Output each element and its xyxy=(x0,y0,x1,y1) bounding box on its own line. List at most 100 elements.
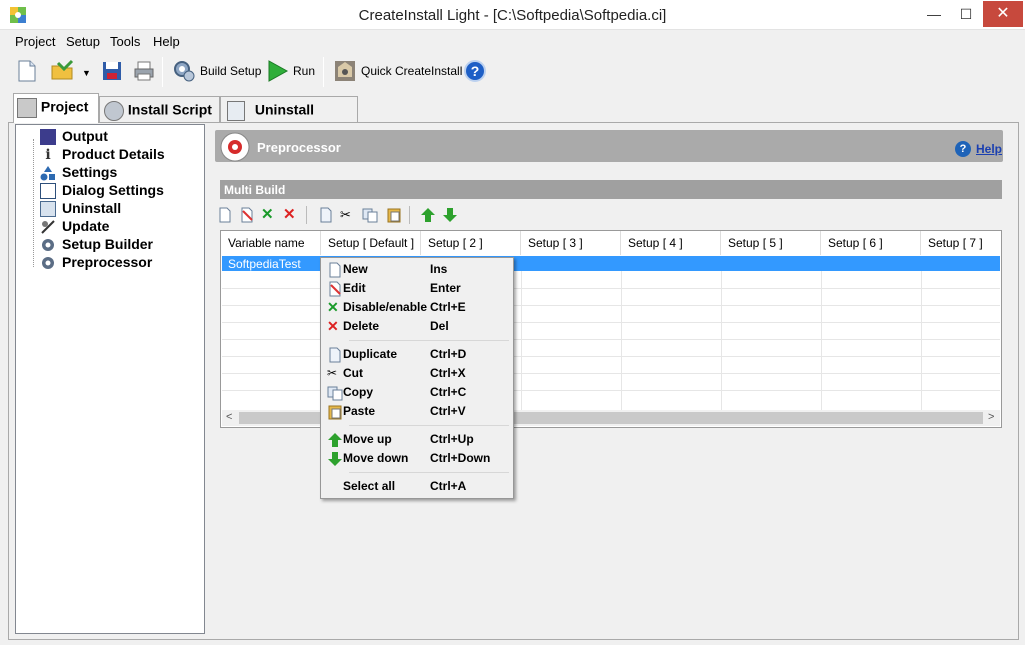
copy-icon[interactable] xyxy=(362,207,378,223)
tree-item-update[interactable]: Update xyxy=(40,218,220,236)
menu-bar: Project Setup Tools Help xyxy=(0,31,1025,51)
toolbar: ▼ Build Setup Run Quick CreateInstall ? xyxy=(0,52,1025,92)
arrow-up-icon xyxy=(327,432,343,448)
menu-item-move-down[interactable]: Move down Ctrl+Down xyxy=(327,449,509,468)
tree-item-output[interactable]: Output xyxy=(40,128,220,146)
dropdown-arrow-icon[interactable]: ▼ xyxy=(82,68,91,78)
window-title: CreateInstall Light - [C:\Softpedia\Soft… xyxy=(358,7,667,24)
column-header[interactable]: Setup [ 7 ] xyxy=(921,231,1001,255)
output-icon xyxy=(40,129,56,146)
new-icon xyxy=(327,262,343,278)
cut-icon[interactable]: ✂ xyxy=(340,207,356,223)
help-icon[interactable]: ? xyxy=(464,60,486,82)
menu-item-move-up[interactable]: Move up Ctrl+Up xyxy=(327,430,509,449)
duplicate-icon xyxy=(327,347,343,363)
help-circle-icon[interactable]: ? xyxy=(955,141,971,157)
menu-item-paste[interactable]: Paste Ctrl+V xyxy=(327,402,509,421)
project-icon xyxy=(17,98,37,118)
minimize-button[interactable]: — xyxy=(920,1,948,27)
column-header[interactable]: Setup [ Default ] xyxy=(321,231,421,255)
toolbar-separator xyxy=(323,57,324,87)
arrow-up-icon[interactable] xyxy=(420,207,436,223)
tab-uninstall-script[interactable]: Uninstall Script xyxy=(220,96,358,137)
build-setup-icon[interactable] xyxy=(172,59,196,83)
column-header[interactable]: Setup [ 4 ] xyxy=(621,231,721,255)
preprocessor-title: Preprocessor xyxy=(257,140,341,155)
enable-icon[interactable]: ✕ xyxy=(261,207,277,223)
tab-install-script[interactable]: Install Script xyxy=(99,96,220,122)
new-icon[interactable] xyxy=(217,207,233,223)
menu-tools[interactable]: Tools xyxy=(110,34,140,49)
settings-shapes-icon xyxy=(40,165,56,181)
project-tree: Output i Product Details Settings Dialog … xyxy=(15,124,205,634)
gear-icon xyxy=(40,255,56,271)
menu-help[interactable]: Help xyxy=(153,34,180,49)
delete-icon[interactable]: ✕ xyxy=(283,207,299,223)
menu-separator xyxy=(349,472,509,473)
menu-item-disable-enable[interactable]: ✕ Disable/enable Ctrl+E xyxy=(327,298,509,317)
tree-item-settings[interactable]: Settings xyxy=(40,164,220,182)
copy-icon xyxy=(327,385,343,401)
title-bar: CreateInstall Light - [C:\Softpedia\Soft… xyxy=(0,0,1025,30)
tab-project[interactable]: Project xyxy=(13,93,99,123)
multi-build-header xyxy=(220,180,1002,199)
toolbar-separator xyxy=(306,206,307,224)
tree-connector xyxy=(33,139,34,267)
tree-item-dialog-settings[interactable]: Dialog Settings xyxy=(40,182,220,200)
preprocessor-icon xyxy=(219,132,251,162)
menu-separator xyxy=(349,340,509,341)
close-button[interactable]: ✕ xyxy=(983,1,1023,27)
edit-icon[interactable] xyxy=(239,207,255,223)
tree-item-uninstall[interactable]: Uninstall xyxy=(40,200,220,218)
toolbar-separator xyxy=(162,57,163,87)
menu-separator xyxy=(349,425,509,426)
edit-icon xyxy=(327,281,343,297)
dialog-icon xyxy=(40,183,56,200)
paste-icon xyxy=(327,404,343,420)
install-script-icon xyxy=(104,101,124,121)
menu-item-delete[interactable]: ✕ Delete Del xyxy=(327,317,509,336)
tree-item-preprocessor[interactable]: Preprocessor xyxy=(40,254,220,272)
menu-item-new[interactable]: New Ins xyxy=(327,260,509,279)
maximize-button[interactable]: ☐ xyxy=(952,1,980,27)
print-icon[interactable] xyxy=(132,59,156,83)
menu-project[interactable]: Project xyxy=(15,34,55,49)
arrow-down-icon[interactable] xyxy=(442,207,458,223)
column-header[interactable]: Variable name xyxy=(221,231,321,255)
column-header[interactable]: Setup [ 6 ] xyxy=(821,231,921,255)
save-icon[interactable] xyxy=(100,59,124,83)
scroll-right-icon[interactable]: > xyxy=(988,411,994,423)
disable-icon: ✕ xyxy=(327,299,339,315)
table-cell[interactable]: SoftpediaTest xyxy=(228,257,301,271)
column-header[interactable]: Setup [ 2 ] xyxy=(421,231,521,255)
menu-setup[interactable]: Setup xyxy=(66,34,100,49)
paste-icon[interactable] xyxy=(386,207,402,223)
menu-item-duplicate[interactable]: Duplicate Ctrl+D xyxy=(327,345,509,364)
help-link[interactable]: Help xyxy=(976,142,1002,156)
delete-icon: ✕ xyxy=(327,318,339,334)
menu-item-select-all[interactable]: Select all Ctrl+A xyxy=(327,477,509,496)
scroll-left-icon[interactable]: < xyxy=(226,411,232,423)
open-folder-icon[interactable] xyxy=(50,59,74,83)
multi-build-title: Multi Build xyxy=(224,183,286,197)
toolbar-separator xyxy=(409,206,410,224)
build-setup-label[interactable]: Build Setup xyxy=(200,64,261,78)
satellite-icon xyxy=(40,219,56,235)
context-menu: New Ins Edit Enter ✕ Disable/enable Ctrl… xyxy=(320,257,514,499)
tree-item-setup-builder[interactable]: Setup Builder xyxy=(40,236,220,254)
quick-createinstall-icon[interactable] xyxy=(333,59,357,83)
arrow-down-icon xyxy=(327,451,343,467)
new-document-icon[interactable] xyxy=(15,59,39,83)
tree-item-product-details[interactable]: i Product Details xyxy=(40,146,220,164)
menu-item-cut[interactable]: ✂ Cut Ctrl+X xyxy=(327,364,509,383)
quick-createinstall-label[interactable]: Quick CreateInstall xyxy=(361,64,462,78)
menu-item-edit[interactable]: Edit Enter xyxy=(327,279,509,298)
run-icon[interactable] xyxy=(266,59,290,83)
gear-icon xyxy=(40,237,56,253)
info-icon: i xyxy=(45,147,51,164)
duplicate-icon[interactable] xyxy=(318,207,334,223)
run-label[interactable]: Run xyxy=(293,64,315,78)
menu-item-copy[interactable]: Copy Ctrl+C xyxy=(327,383,509,402)
column-header[interactable]: Setup [ 5 ] xyxy=(721,231,821,255)
column-header[interactable]: Setup [ 3 ] xyxy=(521,231,621,255)
